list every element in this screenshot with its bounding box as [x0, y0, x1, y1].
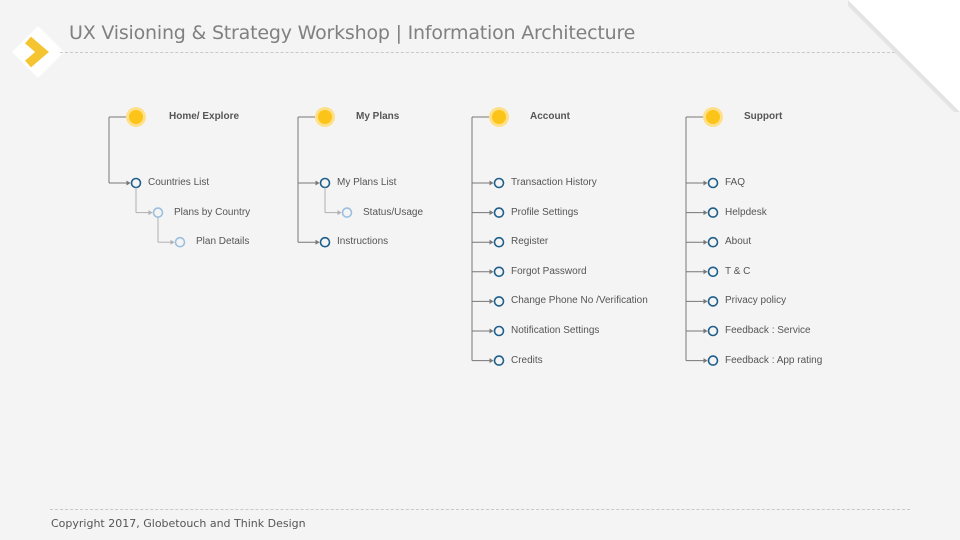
section-home-explore-plans-by-country-node	[152, 207, 164, 218]
section-my-plans-status-usage-node	[341, 207, 353, 218]
section-support-faq-label: FAQ	[725, 177, 746, 188]
section-home-explore-plan-details-label: Plan Details	[196, 236, 250, 248]
section-support-t-c-node	[707, 266, 719, 278]
section-my-plans-root-node	[318, 110, 332, 124]
section-account-forgot-password-arrowhead	[489, 269, 494, 275]
section-my-plans-instructions-arrowhead	[315, 239, 320, 245]
section-home-explore-plans-by-country-arrowhead	[148, 210, 153, 216]
section-my-plans-my-plans-list-arrowhead	[315, 180, 320, 186]
section-support-t-c-arrowhead	[703, 269, 708, 275]
section-my-plans-my-plans-list-node	[319, 177, 331, 189]
section-home-explore-title: Home/ Explore	[169, 111, 240, 122]
section-my-plans-instructions-node	[319, 236, 331, 248]
section-home-explore-countries-list-node	[130, 177, 142, 189]
section-home-explore-root-node	[129, 110, 143, 124]
section-my-plans-title: My Plans	[356, 111, 400, 122]
section-support-faq-arrowhead	[703, 180, 708, 186]
section-support-privacy-policy-arrowhead	[703, 298, 708, 304]
section-account-credits-label: Credits	[511, 354, 543, 366]
section-my-plans-status-usage-arrowhead	[337, 210, 342, 216]
section-support-privacy-policy-label: Privacy policy	[725, 295, 787, 307]
section-account-register-arrowhead	[489, 239, 494, 245]
section-my-plans-my-plans-list-label: My Plans List	[337, 177, 397, 188]
section-account-register-label: Register	[511, 236, 549, 248]
section-account-notification-settings-node	[493, 325, 505, 337]
ia-tree-diagram	[108, 107, 723, 366]
section-support-root-node	[706, 110, 720, 124]
section-support-helpdesk-arrowhead	[703, 210, 708, 216]
section-support-feedback-app-rating-label: Feedback : App rating	[725, 354, 823, 366]
section-support-helpdesk-label: Helpdesk	[725, 206, 767, 218]
section-account-root-node	[492, 110, 506, 124]
copyright-text: Copyright 2017, Globetouch and Think Des…	[51, 517, 306, 530]
section-account-notification-settings-arrowhead	[489, 328, 494, 334]
footer-divider	[50, 509, 910, 510]
section-my-plans-instructions-label: Instructions	[337, 236, 389, 248]
section-support-helpdesk-node	[707, 207, 719, 218]
section-account-transaction-history-node	[493, 177, 505, 189]
section-home-explore-plan-details-node	[174, 236, 186, 248]
section-support-privacy-policy-node	[707, 296, 719, 307]
section-account-register-node	[493, 236, 505, 248]
section-home-explore-countries-list-label: Countries List	[148, 177, 210, 188]
section-account-forgot-password-node	[493, 266, 505, 278]
section-support-about-node	[707, 236, 719, 248]
section-account-change-phone-no-verification-arrowhead	[489, 298, 494, 304]
section-account-profile-settings-node	[493, 207, 505, 218]
section-account-credits-node	[493, 355, 505, 366]
section-account-transaction-history-label: Transaction History	[511, 177, 597, 188]
section-account-title: Account	[530, 111, 570, 122]
slide: UX Visioning & Strategy Workshop | Infor…	[0, 0, 960, 540]
section-account-profile-settings-label: Profile Settings	[511, 206, 579, 218]
section-support-about-arrowhead	[703, 239, 708, 245]
section-account-change-phone-no-verification-label: Change Phone No /Verification	[511, 295, 648, 307]
section-support-feedback-app-rating-node	[707, 355, 719, 366]
section-support-feedback-app-rating-arrowhead	[703, 358, 708, 364]
section-support-title: Support	[744, 111, 783, 122]
section-support-feedback-service-arrowhead	[703, 328, 708, 334]
section-support-t-c-label: T & C	[725, 265, 751, 277]
section-home-explore-countries-list-arrowhead	[126, 180, 131, 186]
section-support-feedback-service-node	[707, 325, 719, 337]
section-account-credits-arrowhead	[489, 358, 494, 364]
section-account-notification-settings-label: Notification Settings	[511, 325, 600, 336]
section-my-plans-status-usage-label: Status/Usage	[363, 206, 424, 218]
section-home-explore-plan-details-arrowhead	[170, 239, 175, 245]
section-account-profile-settings-arrowhead	[489, 210, 494, 216]
section-home-explore-plans-by-country-label: Plans by Country	[174, 206, 251, 218]
section-support-faq-node	[707, 177, 719, 189]
section-account-transaction-history-arrowhead	[489, 180, 494, 186]
section-account-change-phone-no-verification-node	[493, 296, 505, 307]
section-support-about-label: About	[725, 236, 752, 248]
section-account-forgot-password-label: Forgot Password	[511, 265, 587, 277]
section-support-feedback-service-label: Feedback : Service	[725, 325, 811, 336]
